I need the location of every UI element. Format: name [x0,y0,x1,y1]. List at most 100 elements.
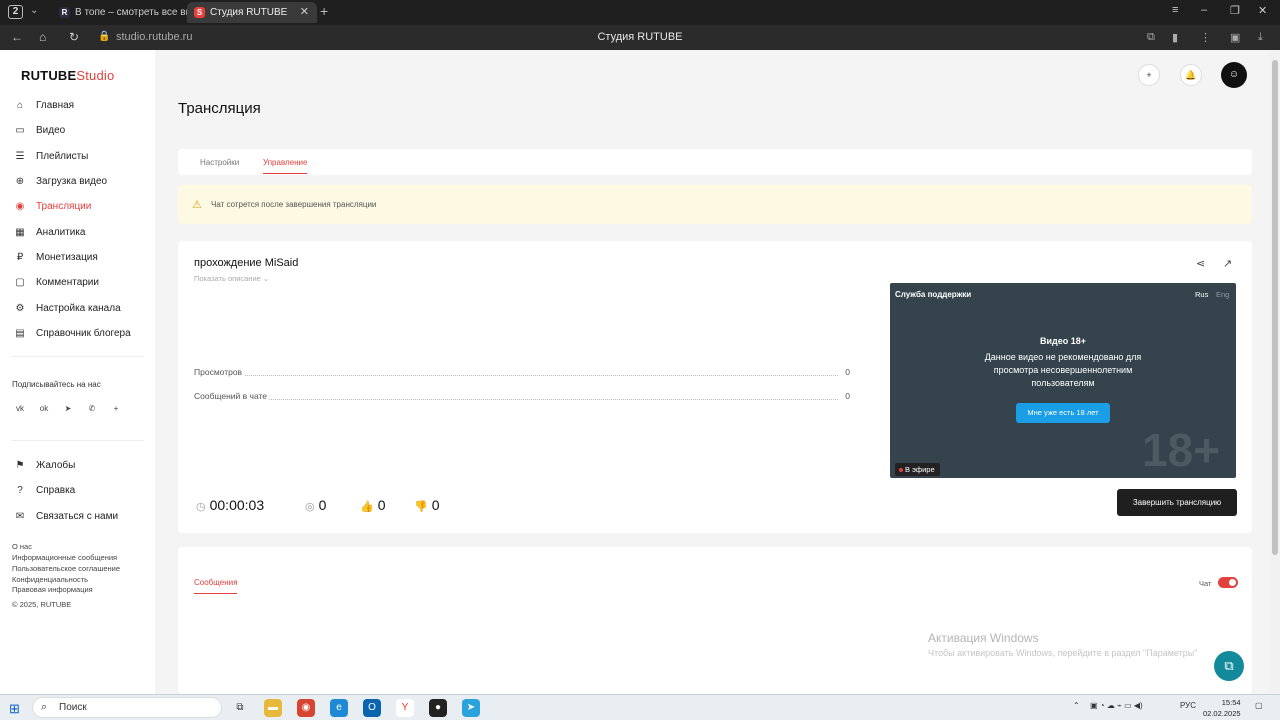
more-social-icon[interactable]: + [109,402,123,416]
browser-tab-rutube-top[interactable]: R В топе – смотреть все ви [52,2,189,23]
ok-icon[interactable]: ok [37,402,51,416]
address-bar: ← ⌂ ↻ 🔒 studio.rutube.ru Студия RUTUBE ⧉… [0,25,1280,50]
avatar[interactable]: ☺ [1221,62,1247,88]
add-video-button[interactable]: + [1138,64,1160,86]
video-icon: ▭ [15,125,25,136]
broadcast-icon: ◉ [15,201,25,212]
copyright: © 2025, RUTUBE [12,600,72,609]
age-warning-title: Видео 18+ [1039,336,1086,346]
open-external-icon[interactable]: ↗ [1223,257,1232,270]
help-icon: ? [17,485,23,496]
scrollbar-thumb[interactable] [1272,60,1278,555]
page-title: Трансляция [178,100,261,117]
edge-icon[interactable]: e [330,699,348,717]
taskbar-search[interactable]: ⌕ Поиск [32,697,222,718]
viber-icon[interactable]: ✆ [85,402,99,416]
chat-support-button[interactable]: ⧉ [1214,651,1244,681]
sidebar-item-playlists[interactable]: ☰ Плейлисты [12,148,152,166]
browser-tab-studio[interactable]: S Студия RUTUBE ✕ [187,2,317,23]
footer-link-about[interactable]: О нас [12,542,32,551]
end-stream-button[interactable]: Завершить трансляцию [1117,489,1237,516]
sidebar-item-broadcasts[interactable]: ◉ Трансляции [12,198,152,216]
sidebar-item-blogger-guide[interactable]: ▤ Справочник блогера [12,325,152,343]
tab-messages[interactable]: Сообщения [194,578,238,594]
download-icon[interactable]: ⤓ [1258,31,1263,44]
collections-icon[interactable]: ▣ [1230,31,1240,44]
footer-link-legal[interactable]: Правовая информация [12,585,93,594]
keyboard-language[interactable]: РУС [1180,701,1196,710]
telegram-app-icon[interactable]: ➤ [462,699,480,717]
taskbar-clock[interactable]: 15:54 02.02.2025 [1203,697,1241,719]
bookmark-icon[interactable]: ▮ [1172,31,1178,44]
show-description-link[interactable]: Показать описание ⌄ [194,274,269,283]
thumbs-down-icon: 👎 [414,501,428,513]
tab-counter[interactable]: 2 [8,5,23,19]
page-title-bar: Студия RUTUBE [597,31,683,43]
settings-icon: ⚙ [15,303,25,314]
sidebar-item-contact[interactable]: ✉ Связаться с нами [12,508,152,526]
video-player[interactable]: Служба поддержки Rus Eng 18+ Видео 18+ Д… [890,283,1236,478]
stream-title: прохождение MiSaid [194,257,299,269]
sidebar-item-complaints[interactable]: ⚑ Жалобы [12,457,152,475]
chrome-icon[interactable]: ◉ [297,699,315,717]
sidebar-item-video[interactable]: ▭ Видео [12,122,152,140]
task-view-icon[interactable]: ⧉ [231,699,249,717]
outlook-icon[interactable]: O [363,699,381,717]
footer-link-agreement[interactable]: Пользовательское соглашение [12,564,120,573]
footer-link-privacy[interactable]: Конфиденциальность [12,575,88,584]
close-tab-icon[interactable]: ✕ [300,2,309,23]
sidebar-item-upload[interactable]: ⊕ Загрузка видео [12,173,152,191]
menu-icon[interactable]: ≡ [1172,4,1178,16]
tab-settings[interactable]: Настройки [200,158,239,167]
sidebar: RUTUBEStudio ⌂ Главная ▭ Видео ☰ Плейлисты … [0,50,155,694]
maximize-icon[interactable]: ❐ [1230,4,1240,17]
tab-management[interactable]: Управление [263,158,308,174]
sidebar-item-channel-settings[interactable]: ⚙ Настройка канала [12,300,152,318]
warning-banner: ⚠ Чат сотрется после завершения трансляц… [178,185,1252,224]
chat-toggle[interactable] [1218,577,1238,588]
warning-icon: ⚠ [192,199,202,211]
support-link[interactable]: Служба поддержки [895,290,971,299]
rutube-studio-logo[interactable]: RUTUBEStudio [21,68,114,83]
file-explorer-icon[interactable]: ▬ [264,699,282,717]
lang-ru[interactable]: Rus [1195,290,1208,299]
windows-start-icon[interactable]: ⊞ [9,701,20,717]
obs-icon[interactable]: ● [429,699,447,717]
sidebar-item-help[interactable]: ? Справка [12,482,152,500]
tab-list-chevron-icon[interactable]: ⌄ [30,5,38,16]
new-tab-icon[interactable]: + [320,3,328,19]
tab-label: В топе – смотреть все ви [75,7,189,18]
age-warning-text: Данное видео не рекомендовано для просмо… [984,352,1142,388]
share-icon[interactable]: ⋖ [1196,257,1205,270]
sidebar-item-comments[interactable]: ▢ Комментарии [12,274,152,292]
tab-label: Студия RUTUBE [210,7,288,18]
search-icon: ⌕ [41,701,48,713]
stat-views: Просмотров 0 [194,367,850,379]
thumbs-up-icon: 👍 [360,501,374,513]
tray-chevron-icon[interactable]: ⌃ [1073,701,1080,710]
book-icon: ▤ [15,328,25,339]
tray-icons[interactable]: ▣ ◔ ☁ ⌁ ▭ ◀) [1090,701,1143,710]
sidebar-item-monetization[interactable]: ₽ Монетизация [12,249,152,267]
footer-link-info[interactable]: Информационные сообщения [12,553,117,562]
stat-label: Сообщений в чате [194,391,270,401]
close-window-icon[interactable]: ✕ [1258,4,1267,17]
telegram-icon[interactable]: ➤ [61,402,75,416]
mail-icon: ✉ [15,511,25,522]
chat-toggle-label: Чат [1199,579,1212,588]
lang-en[interactable]: Eng [1216,290,1229,299]
vk-icon[interactable]: vk [13,402,27,416]
comments-icon: ▢ [15,277,25,288]
notification-center-icon[interactable]: ▢ [1255,701,1263,710]
sidebar-item-home[interactable]: ⌂ Главная [12,97,152,115]
notifications-icon[interactable]: 🔔 [1180,64,1202,86]
minimize-icon[interactable]: – [1201,4,1207,16]
flag-icon: ⚑ [15,460,25,471]
extension-icon[interactable]: ⧉ [1147,31,1155,44]
more-icon[interactable]: ⋮ [1200,31,1211,44]
home-icon: ⌂ [16,100,24,111]
stream-card: прохождение MiSaid Показать описание ⌄ ⋖… [178,241,1252,533]
sidebar-item-analytics[interactable]: ▦ Аналитика [12,224,152,242]
yandex-browser-icon[interactable]: Y [396,699,414,717]
confirm-age-button[interactable]: Мне уже есть 18 лет [1016,403,1110,423]
